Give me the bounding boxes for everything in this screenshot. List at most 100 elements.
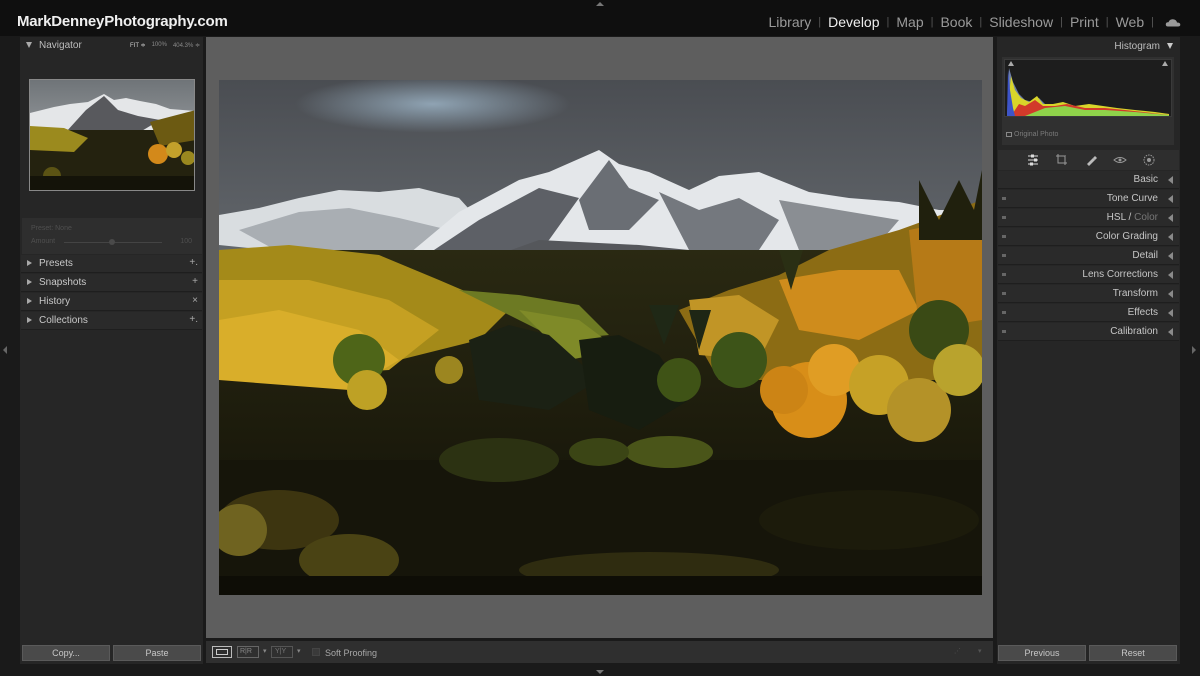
- expand-triangle-icon: [1168, 233, 1173, 241]
- right-panel-toggle-icon[interactable]: [1192, 346, 1196, 354]
- crop-icon[interactable]: [1055, 153, 1069, 167]
- presets-panel-header[interactable]: Presets +.: [21, 255, 202, 273]
- clear-history-icon[interactable]: ×: [192, 295, 198, 306]
- expand-triangle-icon: [1168, 176, 1173, 184]
- collapse-triangle-icon: [1167, 43, 1173, 49]
- panel-lens-corrections-label: Lens Corrections: [1082, 269, 1158, 280]
- amount-value: 100: [180, 238, 192, 245]
- panel-calibration[interactable]: Calibration: [998, 323, 1179, 341]
- expand-triangle-icon: [27, 279, 32, 285]
- swap-dropdown-icon[interactable]: ▾: [297, 647, 301, 655]
- panel-detail[interactable]: Detail: [998, 247, 1179, 265]
- module-picker: Library | Develop | Map | Book | Slidesh…: [768, 14, 1181, 30]
- zoom-100-option[interactable]: 100%: [152, 42, 167, 49]
- collections-label: Collections: [39, 315, 88, 326]
- navigator-title: Navigator: [39, 40, 82, 51]
- panel-calibration-label: Calibration: [1110, 326, 1158, 337]
- left-panel-toggle-icon[interactable]: [3, 346, 7, 354]
- panel-tone-curve[interactable]: Tone Curve: [998, 190, 1179, 208]
- collections-panel-header[interactable]: Collections +.: [21, 312, 202, 330]
- module-map[interactable]: Map: [896, 14, 923, 30]
- left-panel: Navigator FIT ≑ 100% 404.3% ≑ Preset: No…: [20, 37, 203, 664]
- shadow-clipping-icon[interactable]: [1008, 61, 1014, 66]
- zoom-custom-option[interactable]: 404.3% ≑: [173, 42, 200, 49]
- expand-triangle-icon: [1168, 195, 1173, 203]
- filmstrip-toggle-icon[interactable]: [596, 670, 604, 674]
- panel-lens-corrections[interactable]: Lens Corrections: [998, 266, 1179, 284]
- original-photo-info: Original Photo: [1006, 131, 1058, 138]
- panel-switch-icon[interactable]: [1002, 273, 1006, 276]
- panel-switch-icon[interactable]: [1002, 197, 1006, 200]
- tool-strip: [998, 150, 1179, 170]
- panel-switch-icon[interactable]: [1002, 235, 1006, 238]
- panel-switch-icon[interactable]: [1002, 254, 1006, 257]
- module-slideshow[interactable]: Slideshow: [989, 14, 1053, 30]
- panel-switch-icon[interactable]: [1002, 330, 1006, 333]
- histogram-header[interactable]: Histogram: [997, 37, 1180, 55]
- panel-basic[interactable]: Basic: [998, 171, 1179, 189]
- cloud-icon[interactable]: [1165, 18, 1181, 27]
- histogram-curves: [1007, 68, 1169, 116]
- module-library[interactable]: Library: [768, 14, 811, 30]
- history-label: History: [39, 296, 71, 307]
- original-photo-icon: [1006, 132, 1012, 137]
- panel-switch-icon[interactable]: [1002, 216, 1006, 219]
- add-preset-icon[interactable]: +.: [189, 257, 198, 268]
- paste-settings-button[interactable]: Paste: [113, 645, 201, 661]
- module-separator: |: [1105, 16, 1109, 28]
- snapshots-panel-header[interactable]: Snapshots +: [21, 274, 202, 292]
- top-panel-toggle-icon[interactable]: [596, 2, 604, 6]
- navigator-header[interactable]: Navigator FIT ≑ 100% 404.3% ≑: [20, 37, 203, 55]
- faded-preset-amount: Preset: None Amount 100: [22, 218, 202, 254]
- presets-label: Presets: [39, 258, 73, 269]
- soft-proofing-checkbox[interactable]: [312, 648, 320, 656]
- histogram[interactable]: Original Photo: [1002, 57, 1174, 145]
- module-web[interactable]: Web: [1116, 14, 1145, 30]
- panel-detail-label: Detail: [1132, 250, 1158, 261]
- histogram-graph: [1004, 59, 1172, 117]
- red-eye-icon[interactable]: [1113, 153, 1127, 167]
- soft-proofing-label: Soft Proofing: [325, 648, 378, 658]
- collapse-triangle-icon: [26, 42, 32, 48]
- highlight-clipping-icon[interactable]: [1162, 61, 1168, 66]
- main-photo[interactable]: [219, 80, 982, 595]
- history-panel-header[interactable]: History ×: [21, 293, 202, 311]
- module-print[interactable]: Print: [1070, 14, 1099, 30]
- loupe-view-icon[interactable]: [212, 646, 232, 658]
- sliders-icon[interactable]: [1026, 153, 1040, 167]
- panel-transform[interactable]: Transform: [998, 285, 1179, 303]
- module-separator: |: [1060, 16, 1063, 28]
- before-after-icon[interactable]: R|R: [237, 646, 259, 658]
- expand-triangle-icon: [1168, 252, 1173, 260]
- toolbar-content-icon[interactable]: ⋰: [954, 647, 961, 655]
- reset-button[interactable]: Reset: [1089, 645, 1177, 661]
- zoom-fit-option[interactable]: FIT ≑: [130, 42, 146, 49]
- swap-settings-icon[interactable]: Y|Y: [271, 646, 293, 658]
- add-snapshot-icon[interactable]: +: [192, 276, 198, 287]
- healing-icon[interactable]: [1084, 153, 1098, 167]
- panel-switch-icon[interactable]: [1002, 292, 1006, 295]
- panel-hsl-color[interactable]: HSL / Color: [998, 209, 1179, 227]
- color-tab[interactable]: Color: [1134, 212, 1158, 223]
- navigator-preview[interactable]: [29, 79, 195, 191]
- expand-triangle-icon: [1168, 328, 1173, 336]
- panel-switch-icon[interactable]: [1002, 311, 1006, 314]
- before-after-dropdown-icon[interactable]: ▾: [263, 647, 267, 655]
- module-book[interactable]: Book: [940, 14, 972, 30]
- previous-button[interactable]: Previous: [998, 645, 1086, 661]
- expand-triangle-icon: [1168, 290, 1173, 298]
- add-collection-icon[interactable]: +.: [189, 314, 198, 325]
- panel-effects[interactable]: Effects: [998, 304, 1179, 322]
- right-panel: Histogram Original Photo Basic Tone Curv…: [997, 37, 1180, 664]
- original-photo-label: Original Photo: [1014, 131, 1059, 138]
- module-develop[interactable]: Develop: [828, 14, 879, 30]
- module-separator: |: [886, 16, 890, 28]
- panel-transform-label: Transform: [1112, 288, 1158, 299]
- expand-triangle-icon: [1168, 309, 1173, 317]
- panel-color-grading[interactable]: Color Grading: [998, 228, 1179, 246]
- hsl-tab[interactable]: HSL /: [1107, 212, 1134, 223]
- copy-settings-button[interactable]: Copy...: [22, 645, 110, 661]
- toolbar-menu-icon[interactable]: ▾: [978, 647, 982, 655]
- masking-icon[interactable]: [1142, 153, 1156, 167]
- navigator-preview-image: [30, 80, 194, 190]
